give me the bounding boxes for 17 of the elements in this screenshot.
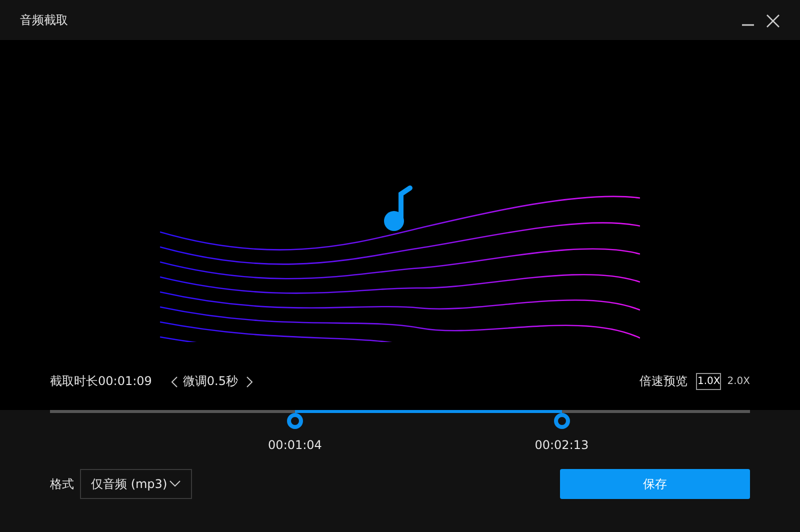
speed-option[interactable]: 1.0X bbox=[696, 372, 722, 390]
time-label: 00:02:13 bbox=[534, 437, 589, 454]
window-title: 音频截取 bbox=[20, 12, 68, 29]
chevron-down-icon bbox=[169, 480, 181, 488]
speed-option[interactable]: 2.0X bbox=[727, 372, 750, 390]
fine-tune-label: 微调0.5秒 bbox=[182, 373, 238, 390]
speed-preview-label: 倍速预览 bbox=[639, 373, 688, 390]
format-label: 格式 bbox=[50, 476, 74, 493]
close-icon bbox=[766, 14, 780, 28]
range-handle[interactable] bbox=[287, 413, 303, 429]
format-dropdown[interactable]: 仅音频 (mp3) bbox=[80, 469, 192, 499]
clip-duration: 截取时长00:01:09 bbox=[50, 373, 152, 390]
chevron-right-icon bbox=[244, 376, 254, 388]
chevron-left-icon bbox=[170, 376, 180, 388]
range-handle[interactable] bbox=[554, 413, 570, 429]
minimize-icon bbox=[742, 24, 754, 26]
time-label: 00:01:04 bbox=[268, 437, 322, 454]
